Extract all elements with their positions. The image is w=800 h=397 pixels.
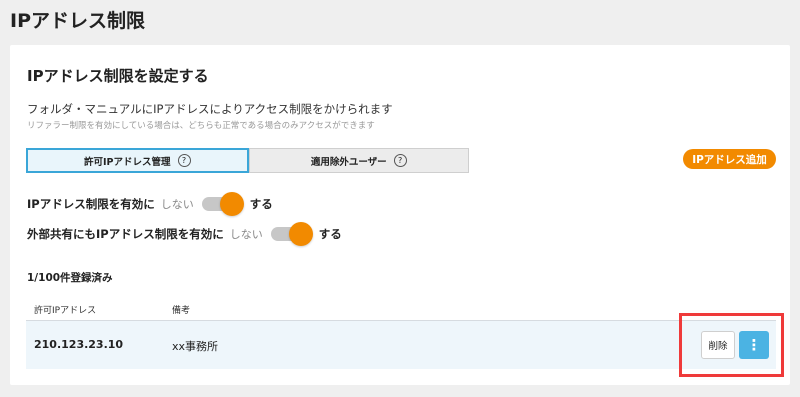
toggle-off-label: しない xyxy=(160,198,194,211)
toggle-label: IPアドレス制限を有効に xyxy=(27,197,155,211)
tab-excluded-users[interactable]: 適用除外ユーザー ? xyxy=(248,148,469,173)
toggle-row-external-share: 外部共有にもIPアドレス制限を有効に しない する xyxy=(27,222,342,246)
highlight-annotation xyxy=(679,313,784,377)
help-icon[interactable]: ? xyxy=(393,154,407,167)
tab-allowed-ip-label: 許可IPアドレス管理 xyxy=(84,156,171,168)
tab-excluded-users-label: 適用除外ユーザー xyxy=(310,156,387,168)
toggle-knob xyxy=(219,192,244,216)
note-cell: xx事務所 xyxy=(172,340,219,353)
registered-count: 1/100件登録済み xyxy=(27,272,113,284)
help-icon[interactable]: ? xyxy=(177,154,191,167)
card-subdescription: リファラー制限を有効にしている場合は、どちらも正常である場合のみアクセスができま… xyxy=(27,121,375,131)
tab-allowed-ip[interactable]: 許可IPアドレス管理 ? xyxy=(26,148,249,173)
card-description: フォルダ・マニュアルにIPアドレスによりアクセス制限をかけられます xyxy=(27,102,393,116)
column-header-ip: 許可IPアドレス xyxy=(34,306,97,316)
card-title: IPアドレス制限を設定する xyxy=(27,67,209,85)
toggle-knob xyxy=(288,222,313,246)
toggle-off-label: しない xyxy=(229,228,263,241)
external-share-toggle[interactable] xyxy=(270,222,313,246)
page-title: IPアドレス制限 xyxy=(10,10,145,32)
toggle-on-label: する xyxy=(249,197,273,211)
column-header-note: 備考 xyxy=(172,306,191,316)
ip-restriction-toggle[interactable] xyxy=(201,192,244,216)
tab-bar: 許可IPアドレス管理 ? 適用除外ユーザー ? xyxy=(26,148,469,173)
toggle-on-label: する xyxy=(318,227,342,241)
toggle-row-ip-restriction: IPアドレス制限を有効に しない する xyxy=(27,192,273,216)
table-row: 210.123.23.10 xx事務所 削除 ⋮ xyxy=(26,321,776,369)
settings-card: IPアドレス制限を設定する フォルダ・マニュアルにIPアドレスによりアクセス制限… xyxy=(10,45,790,385)
ip-address-cell: 210.123.23.10 xyxy=(34,338,124,351)
add-ip-button[interactable]: IPアドレス追加 xyxy=(683,149,776,169)
toggle-label: 外部共有にもIPアドレス制限を有効に xyxy=(27,227,224,241)
